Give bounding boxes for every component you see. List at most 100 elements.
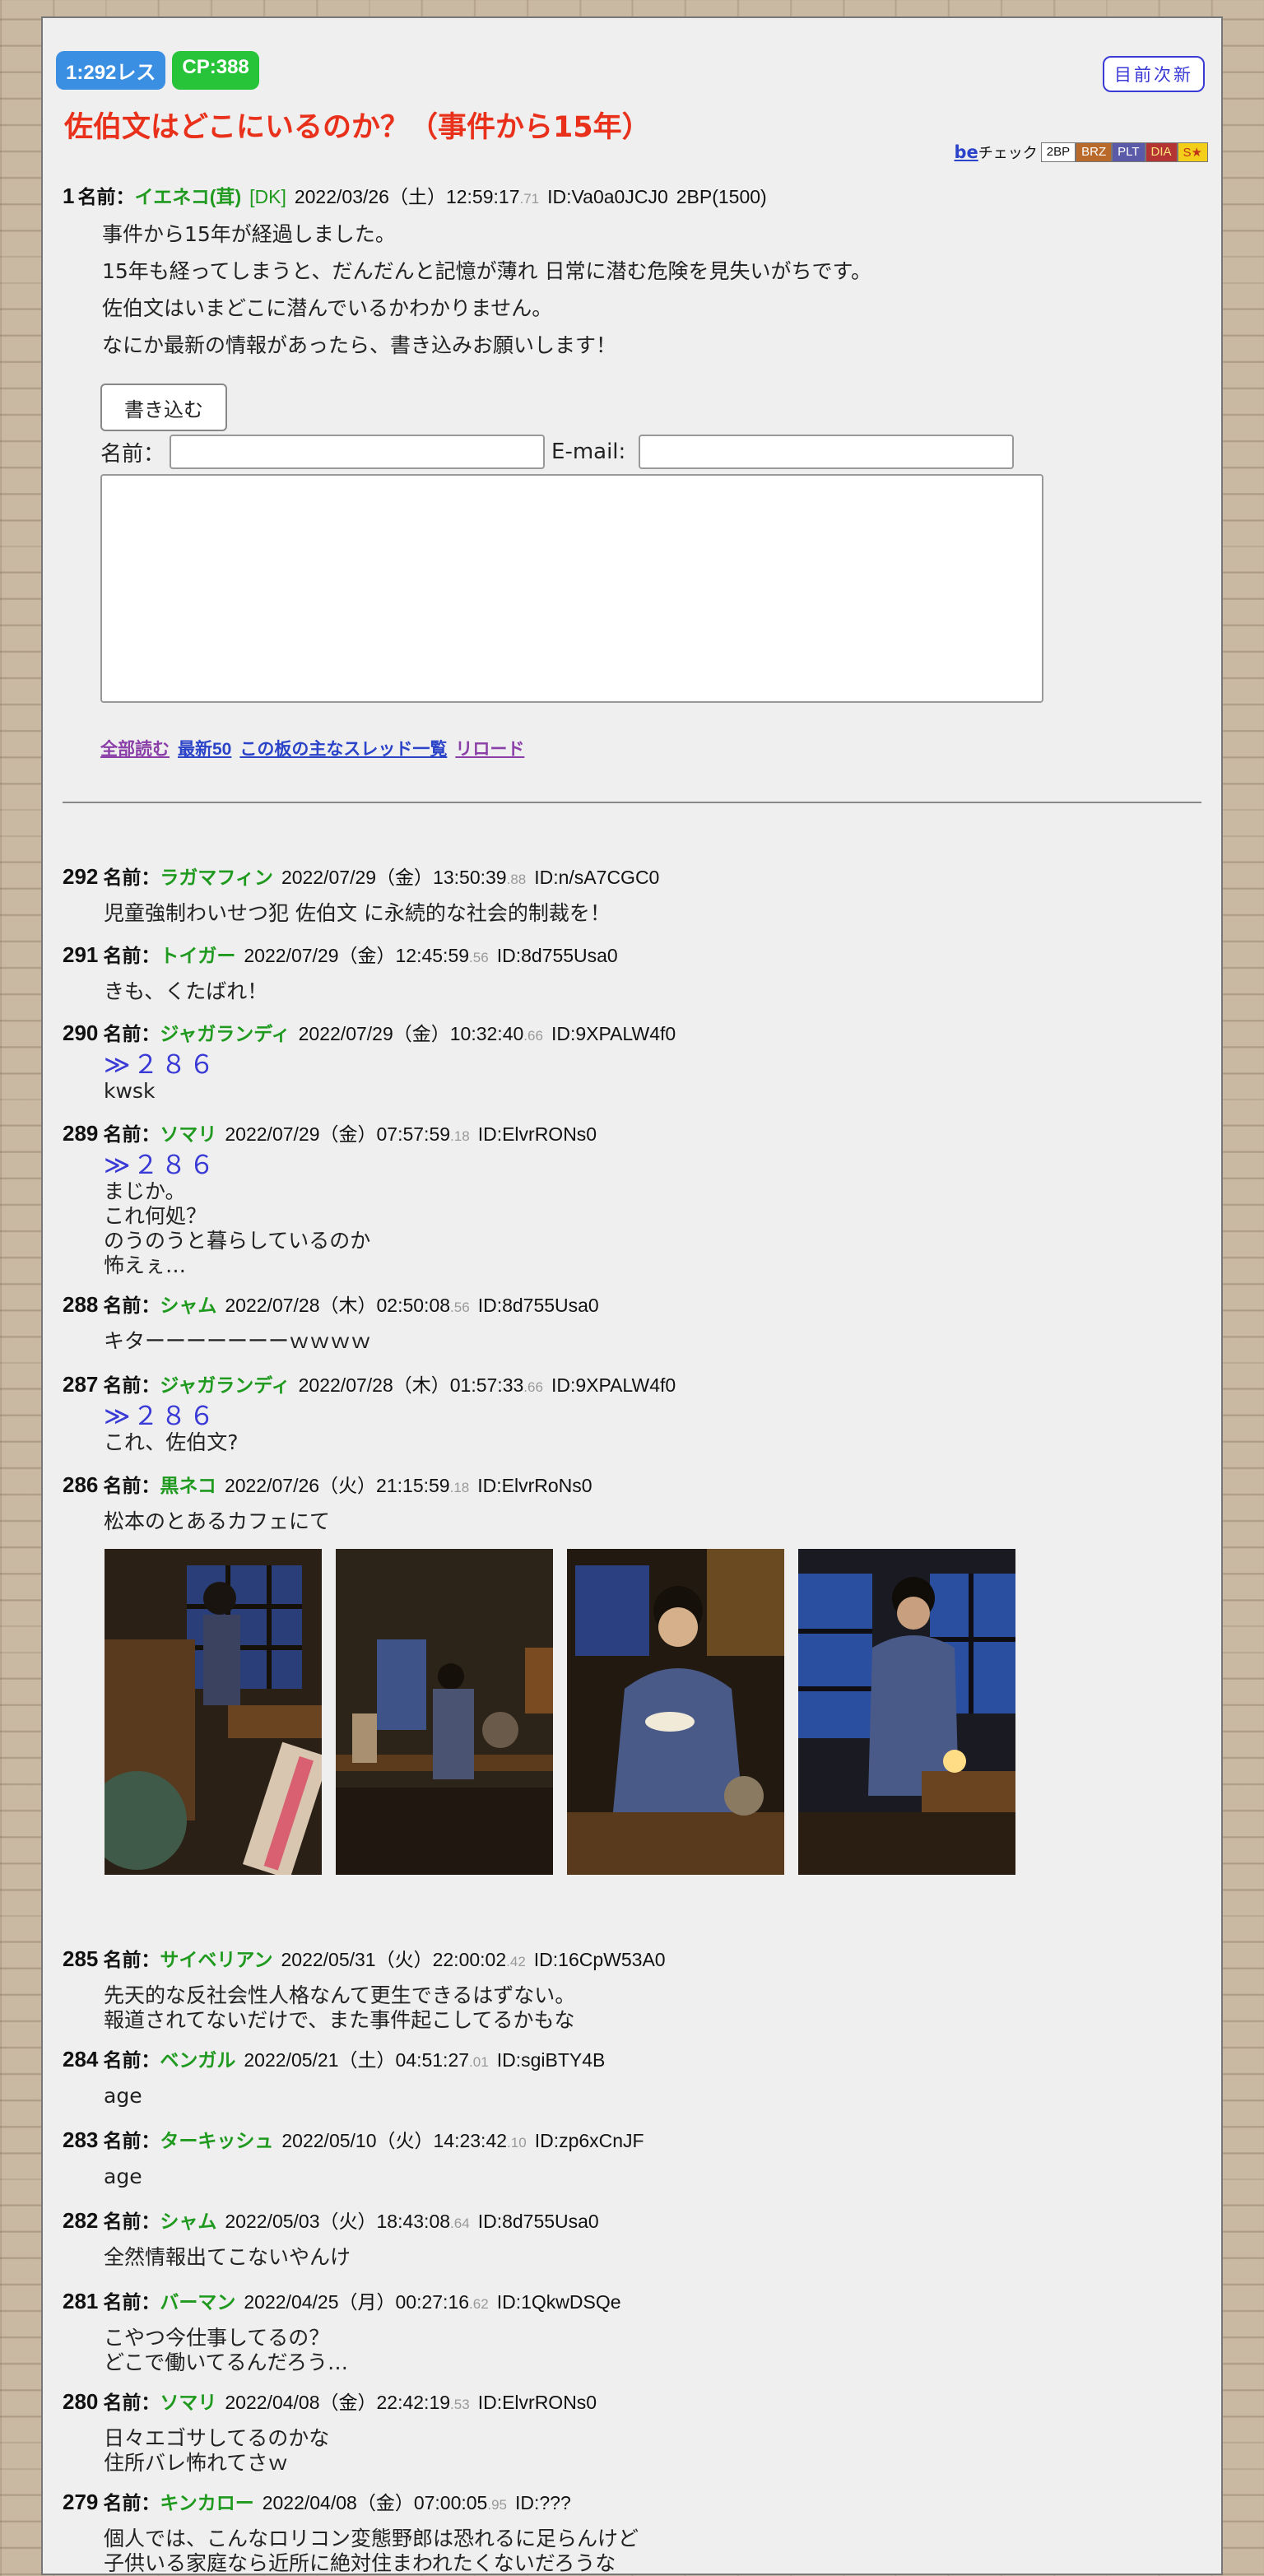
post-header: 284 名前： ベンガル 2022/05/21（土）04:51:27.01 ID:sgi… [63,2044,1198,2072]
op-post: 1 名前： イエネコ(茸) [DK] 2022/03/26（土）12:59:17… [63,181,1198,364]
name-label: 名前： [103,945,160,966]
post-line: kwsk [104,1079,156,1103]
post-line: 個人では、こんなロリコン変態野郎は恐れるに足らんけど [104,2527,639,2550]
post-ms: .64 [450,2216,470,2231]
post-number[interactable]: 289 [63,1121,98,1146]
poster-id[interactable]: ID:1QkwDSQe [497,2291,621,2313]
cp-badge[interactable]: CP:388 [172,51,259,90]
post-ms: .18 [450,1128,470,1144]
poster-id[interactable]: ID:??? [515,2492,571,2514]
be-link[interactable]: be [954,142,978,162]
reply-post: 287 名前： ジャガランディ 2022/07/28（木）01:57:33.66 ID:… [63,1369,1198,1455]
post-date: 2022/07/29（金）07:57:59 [225,1123,451,1145]
cafe-photo-4[interactable] [798,1549,1015,1875]
cafe-photo-1[interactable] [105,1549,322,1875]
post-header: 280 名前： ソマリ 2022/04/08（金）22:42:19.53 ID:Elvr… [63,2387,1198,2415]
name-field[interactable] [170,435,546,469]
poster-name: ターキッシュ [160,2130,274,2151]
post-line: これ、佐伯文? [104,1430,239,1454]
poster-id[interactable]: ID:8d755Usa0 [478,1295,599,1317]
post-number[interactable]: 290 [63,1021,98,1046]
message-textarea[interactable] [100,474,1043,703]
reply-post: 292 名前： ラガマフィン 2022/07/29（金）13:50:39.88 ID:n… [63,862,1198,926]
post-number[interactable]: 292 [63,864,98,890]
post-number[interactable]: 280 [63,2389,98,2415]
reply-anchor-link[interactable]: ≫２８６ [104,1151,1198,1179]
reply-post: 285 名前： サイベリアン 2022/05/31（火）22:00:02.42 ID:1… [63,1944,1198,2033]
post-date: 2022/07/29（金）13:50:39 [281,867,507,888]
poster-id[interactable]: ID:8d755Usa0 [478,2211,599,2233]
cafe-photo-3[interactable] [567,1549,784,1875]
poster-name: トイガー [160,945,236,966]
poster-id[interactable]: ID:ElvrRoNs0 [477,1475,592,1497]
poster-name: 黒ネコ [160,1475,216,1496]
post-ms: .56 [469,950,489,965]
name-label: 名前： [103,1475,160,1496]
post-number[interactable]: 282 [63,2208,98,2234]
cafe-photo-2[interactable] [336,1549,553,1875]
email-field[interactable] [639,435,1015,469]
post-line: age [104,2164,142,2188]
post-line: 日々エゴサしてるのかな [104,2426,330,2450]
post-number[interactable]: 1 [63,184,74,209]
poster-name: ソマリ [160,1123,217,1145]
poster-id[interactable]: ID:sgiBTY4B [497,2049,606,2071]
poster-id[interactable]: ID:ElvrRONs0 [478,2392,597,2414]
post-header: 282 名前： シャム 2022/05/03（火）18:43:08.64 ID:8d75… [63,2206,1198,2234]
post-ms: .53 [450,2397,470,2412]
post-number[interactable]: 288 [63,1292,98,1318]
post-number[interactable]: 281 [63,2289,98,2314]
poster-id[interactable]: ID:16CpW53A0 [534,1949,666,1971]
post-header: 281 名前： バーマン 2022/04/25（月）00:27:16.62 ID:1Qk… [63,2286,1198,2314]
poster-id[interactable]: ID:9XPALW4f0 [551,1374,676,1397]
post-body: 日々エゴサしてるのかな 住所バレ怖れてさｗ [104,2420,1198,2476]
post-line: 15年も経ってしまうと、だんだんと記憶が薄れ 日常に潜む危険を見失いがちです。 [102,259,872,283]
poster-id[interactable]: ID:zp6xCnJF [535,2130,644,2152]
navigation-button[interactable]: 目前次新 [1103,56,1205,92]
post-number[interactable]: 286 [63,1472,98,1498]
post-line: 事件から15年が経過しました。 [102,222,396,246]
post-date: 2022/07/29（金）10:32:40 [298,1023,524,1044]
poster-name: ラガマフィン [160,867,273,888]
post-number[interactable]: 279 [63,2490,98,2515]
poster-id[interactable]: ID:n/sA7CGC0 [534,867,659,889]
post-number[interactable]: 284 [63,2047,98,2072]
reply-post: 279 名前： キンカロー 2022/04/08（金）07:00:05.95 ID:??… [63,2487,1198,2576]
latest-50-link[interactable]: 最新50 [178,736,231,760]
post-date: 2022/07/28（木）01:57:33 [298,1374,524,1396]
post-line: キターーーーーーーｗｗｗｗ [104,1329,372,1353]
post-header: 291 名前： トイガー 2022/07/29（金）12:45:59.56 ID:8d7… [63,940,1198,968]
post-body: キターーーーーーーｗｗｗｗ [104,1323,1198,1354]
reply-anchor-link[interactable]: ≫２８６ [104,1402,1198,1430]
poster-id[interactable]: ID:ElvrRONs0 [478,1123,597,1146]
post-body: age [104,2158,1198,2189]
post-header: 1 名前： イエネコ(茸) [DK] 2022/03/26（土）12:59:17… [63,181,1198,209]
post-number[interactable]: 285 [63,1946,98,1972]
reply-post: 289 名前： ソマリ 2022/07/29（金）07:57:59.18 ID:Elvr… [63,1118,1198,1278]
poster-id[interactable]: ID:Va0a0JCJ0 [547,186,668,208]
reload-link[interactable]: リロード [455,736,524,760]
post-line: age [104,2084,142,2108]
form-fields: 名前： E-mail: [100,435,1088,469]
poster-id[interactable]: ID:8d755Usa0 [497,945,618,967]
post-number[interactable]: 291 [63,942,98,968]
reply-anchor-link[interactable]: ≫２８６ [104,1051,1198,1079]
post-line: こやつ今仕事してるの？ [104,2326,330,2350]
post-date: 2022/04/08（金）22:42:19 [225,2392,451,2413]
post-line: 児童強制わいせつ犯 佐伯文 に永続的な社会的制裁を！ [104,901,611,925]
write-button[interactable]: 書き込む [100,384,227,431]
post-number[interactable]: 283 [63,2127,98,2153]
reply-count-badge[interactable]: 1:292レス [56,51,166,90]
post-line: これ何処？ [104,1204,207,1228]
poster-id[interactable]: ID:9XPALW4f0 [551,1023,676,1045]
name-label: 名前： [77,186,135,207]
post-date: 2022/07/29（金）12:45:59 [244,945,470,966]
post-ms: .42 [506,1954,526,1969]
thread-badges: 1:292レス CP:388 [56,51,259,90]
poster-name: ジャガランディ [160,1374,290,1396]
be-tag: 2BP [1040,142,1076,162]
read-all-link[interactable]: 全部読む [100,736,170,760]
post-number[interactable]: 287 [63,1372,98,1397]
board-threads-link[interactable]: この板の主なスレッド一覧 [239,736,447,760]
post-date: 2022/07/26（火）21:15:59 [224,1475,450,1496]
